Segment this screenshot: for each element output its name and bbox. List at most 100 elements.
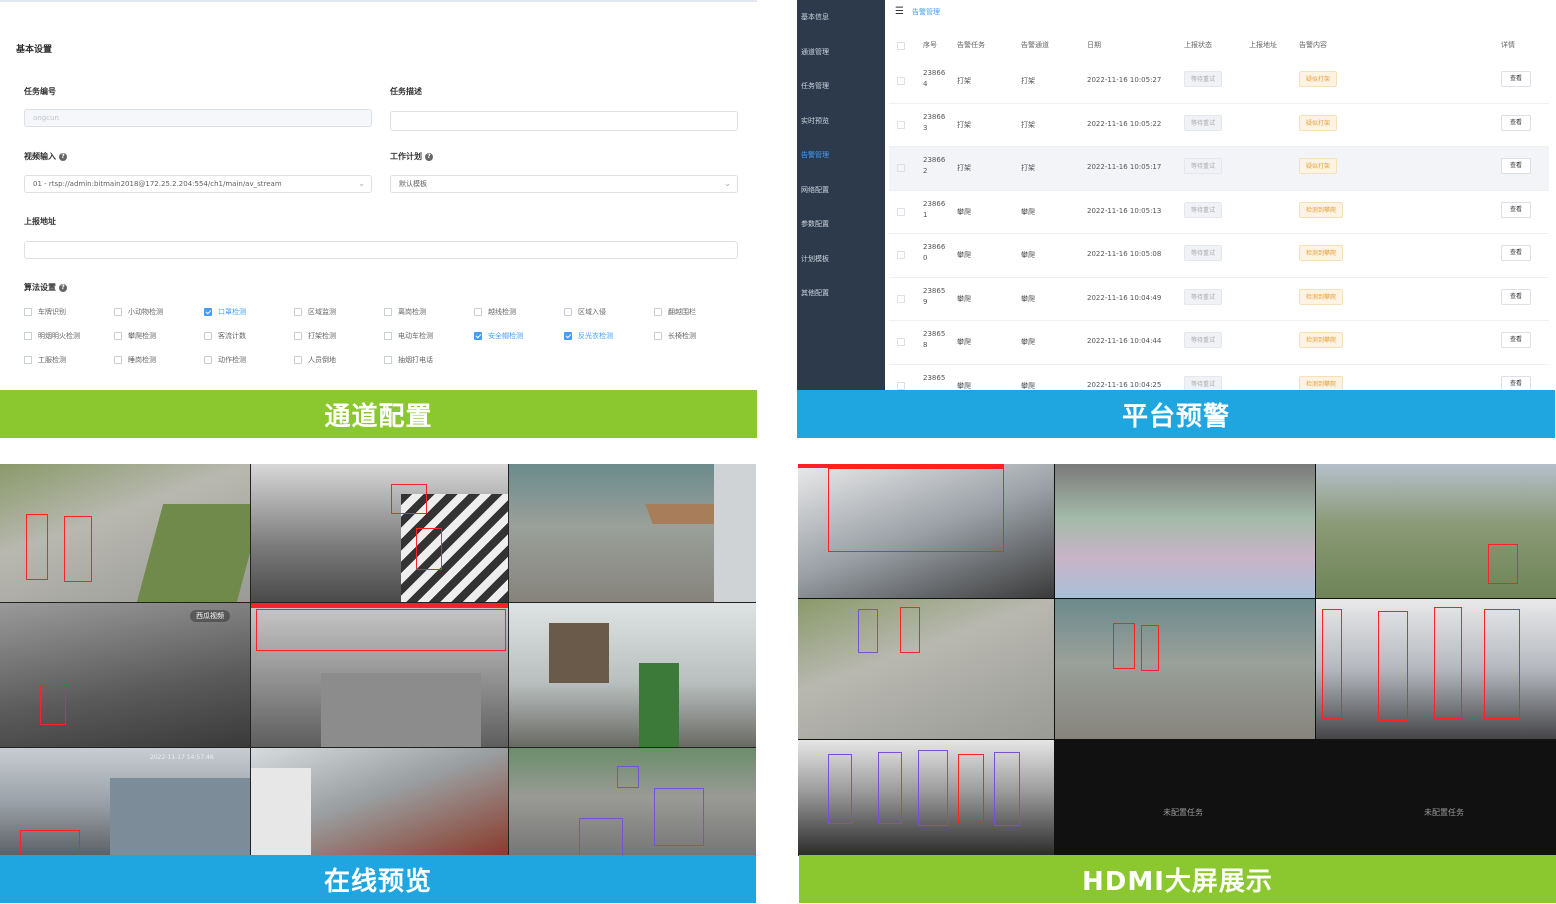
select-all-checkbox[interactable] xyxy=(897,42,905,50)
table-row[interactable]: 23865 9 攀爬 攀爬 2022-11-16 10:04:49 等待重试 检测到攀爬 查看 xyxy=(889,278,1549,321)
camera-tile[interactable]: 西瓜视频 xyxy=(0,603,250,747)
sidebar-item[interactable]: 任务管理 xyxy=(797,69,885,104)
camera-tile[interactable] xyxy=(798,599,1054,739)
checkbox-checked-icon[interactable] xyxy=(474,332,482,340)
view-detail-button[interactable]: 查看 xyxy=(1501,158,1531,174)
camera-tile[interactable] xyxy=(251,603,508,747)
table-row[interactable]: 23866 3 打架 打架 2022-11-16 10:05:22 等待重试 疑似打架 查看 xyxy=(889,104,1549,147)
sidebar-item[interactable]: 其他配置 xyxy=(797,276,885,311)
checkbox-icon[interactable] xyxy=(294,332,302,340)
table-row[interactable]: 23866 2 打架 打架 2022-11-16 10:05:17 等待重试 疑似打架 查看 xyxy=(889,147,1549,191)
algorithm-checkbox[interactable]: 明烟明火检测 xyxy=(24,331,114,341)
checkbox-checked-icon[interactable] xyxy=(204,308,212,316)
algorithm-checkbox[interactable]: 翻越围栏 xyxy=(654,307,744,317)
work-plan-select[interactable]: 默认模板 ⌄ xyxy=(390,175,738,193)
video-input-select[interactable]: 01 - rtsp://admin:bitmain2018@172.25.2.2… xyxy=(24,175,372,193)
algorithm-checkbox[interactable]: 睡岗检测 xyxy=(114,355,204,365)
task-id-input[interactable]: angcun xyxy=(24,109,372,127)
algorithm-checkbox[interactable]: 长椅检测 xyxy=(654,331,744,341)
row-checkbox[interactable] xyxy=(897,251,905,259)
row-checkbox[interactable] xyxy=(897,338,905,346)
algorithm-checkbox[interactable]: 口罩检测 xyxy=(204,307,294,317)
checkbox-icon[interactable] xyxy=(204,356,212,364)
sidebar-item[interactable]: 实时预览 xyxy=(797,104,885,139)
checkbox-checked-icon[interactable] xyxy=(564,332,572,340)
camera-tile[interactable] xyxy=(509,464,756,602)
view-detail-button[interactable]: 查看 xyxy=(1501,288,1531,305)
view-detail-button[interactable]: 查看 xyxy=(1501,201,1531,218)
camera-tile[interactable] xyxy=(1055,599,1315,739)
view-detail-button[interactable]: 查看 xyxy=(1501,71,1531,87)
empty-tile[interactable]: 未配置任务 xyxy=(1316,740,1556,856)
breadcrumb[interactable]: 告警管理 xyxy=(912,7,940,17)
table-row[interactable]: 23865 攀爬 攀爬 2022-11-16 10:04:25 等待重试 检测到攀爬 查看 xyxy=(889,365,1549,390)
table-row[interactable]: 23866 0 攀爬 攀爬 2022-11-16 10:05:08 等待重试 检测到攀爬 查看 xyxy=(889,234,1549,278)
help-icon[interactable]: ? xyxy=(59,283,67,292)
algorithm-checkbox[interactable]: 车牌识别 xyxy=(24,307,114,317)
algorithm-checkbox[interactable]: 电动车检测 xyxy=(384,331,474,341)
view-detail-button[interactable]: 查看 xyxy=(1501,375,1531,390)
algorithm-checkbox[interactable]: 离岗检测 xyxy=(384,307,474,317)
checkbox-icon[interactable] xyxy=(24,308,32,316)
algorithm-checkbox[interactable]: 客流计数 xyxy=(204,331,294,341)
camera-tile[interactable] xyxy=(509,748,756,856)
algorithm-checkbox[interactable]: 工服检测 xyxy=(24,355,114,365)
camera-tile[interactable] xyxy=(251,748,508,856)
checkbox-icon[interactable] xyxy=(384,356,392,364)
checkbox-icon[interactable] xyxy=(384,332,392,340)
algorithm-checkbox[interactable]: 动作检测 xyxy=(204,355,294,365)
checkbox-icon[interactable] xyxy=(114,332,122,340)
algorithm-checkbox[interactable]: 区域监测 xyxy=(294,307,384,317)
camera-tile[interactable] xyxy=(1316,599,1556,739)
task-desc-textarea[interactable] xyxy=(390,111,738,131)
row-checkbox[interactable] xyxy=(897,77,905,85)
algorithm-checkbox[interactable]: 人员倒地 xyxy=(294,355,384,365)
help-icon[interactable]: ? xyxy=(425,152,433,161)
view-detail-button[interactable]: 查看 xyxy=(1501,332,1531,348)
view-detail-button[interactable]: 查看 xyxy=(1501,245,1531,261)
checkbox-icon[interactable] xyxy=(654,332,662,340)
view-detail-button[interactable]: 查看 xyxy=(1501,114,1531,131)
algorithm-checkbox[interactable]: 攀爬检测 xyxy=(114,331,204,341)
table-row[interactable]: 23866 1 攀爬 攀爬 2022-11-16 10:05:13 等待重试 检测到攀爬 查看 xyxy=(889,191,1549,234)
camera-tile[interactable] xyxy=(0,464,250,602)
checkbox-icon[interactable] xyxy=(294,308,302,316)
algorithm-checkbox[interactable]: 反光衣检测 xyxy=(564,331,654,341)
checkbox-icon[interactable] xyxy=(384,308,392,316)
algorithm-checkbox[interactable]: 小动物检测 xyxy=(114,307,204,317)
checkbox-icon[interactable] xyxy=(294,356,302,364)
checkbox-icon[interactable] xyxy=(204,332,212,340)
checkbox-icon[interactable] xyxy=(24,332,32,340)
row-checkbox[interactable] xyxy=(897,381,905,390)
row-checkbox[interactable] xyxy=(897,294,905,303)
algorithm-checkbox[interactable]: 区域入侵 xyxy=(564,307,654,317)
camera-tile[interactable] xyxy=(251,464,508,602)
camera-tile[interactable] xyxy=(1055,464,1315,598)
algorithm-checkbox[interactable]: 越线检测 xyxy=(474,307,564,317)
algorithm-checkbox[interactable]: 抽烟打电话 xyxy=(384,355,474,365)
camera-tile[interactable]: 2022-11-17 14:57:46 xyxy=(0,748,250,856)
sidebar-item[interactable]: 参数配置 xyxy=(797,207,885,242)
camera-tile[interactable] xyxy=(509,603,756,747)
camera-tile[interactable] xyxy=(798,740,1054,856)
sidebar-item[interactable]: 计划模板 xyxy=(797,242,885,277)
help-icon[interactable]: ? xyxy=(59,152,67,161)
algorithm-checkbox[interactable]: 安全帽检测 xyxy=(474,331,564,341)
camera-tile[interactable] xyxy=(798,464,1054,598)
checkbox-icon[interactable] xyxy=(564,308,572,316)
algorithm-checkbox[interactable]: 打架检测 xyxy=(294,331,384,341)
row-checkbox[interactable] xyxy=(897,164,905,172)
row-checkbox[interactable] xyxy=(897,120,905,129)
sidebar-item[interactable]: 网络配置 xyxy=(797,173,885,208)
camera-tile[interactable] xyxy=(1316,464,1556,598)
checkbox-icon[interactable] xyxy=(114,308,122,316)
sidebar-item[interactable]: 通道管理 xyxy=(797,35,885,70)
table-row[interactable]: 23866 4 打架 打架 2022-11-16 10:05:27 等待重试 疑似打架 查看 xyxy=(889,60,1549,104)
menu-toggle-icon[interactable]: ☰ xyxy=(895,6,904,17)
report-url-input[interactable] xyxy=(24,241,738,259)
sidebar-item[interactable]: 告警管理 xyxy=(797,138,885,173)
checkbox-icon[interactable] xyxy=(114,356,122,364)
checkbox-icon[interactable] xyxy=(654,308,662,316)
empty-tile[interactable]: 未配置任务 xyxy=(1055,740,1315,856)
checkbox-icon[interactable] xyxy=(24,356,32,364)
